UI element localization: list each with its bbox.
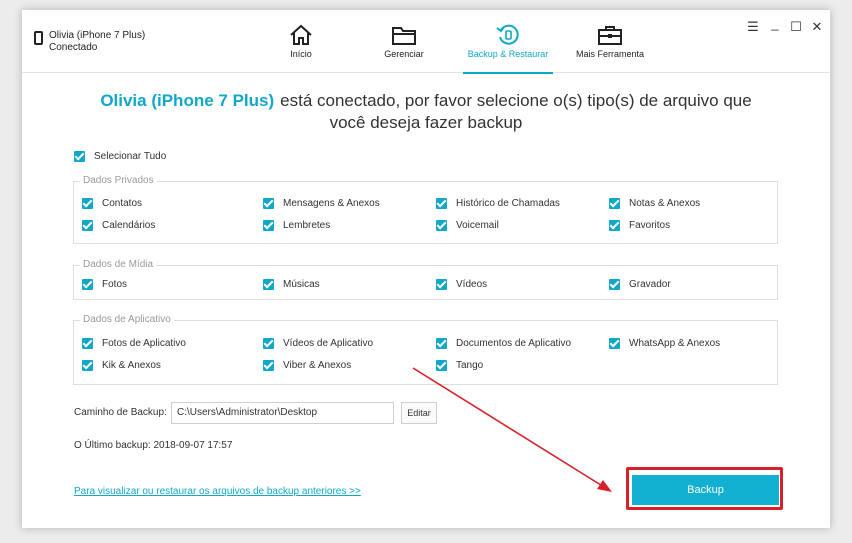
group-app-legend: Dados de Aplicativo: [80, 314, 174, 326]
option-tango[interactable]: Tango: [436, 360, 483, 371]
option-label: Fotos: [102, 279, 128, 290]
tab-inicio[interactable]: Início: [278, 10, 324, 73]
title-device-name: Olivia (iPhone 7 Plus): [100, 91, 275, 110]
checkbox-checked-icon: [74, 151, 85, 162]
group-app-data: Dados de Aplicativo: [73, 314, 778, 385]
checkbox-checked-icon: [609, 198, 620, 209]
option-musicas[interactable]: Músicas: [263, 279, 320, 290]
checkbox-checked-icon: [263, 220, 274, 231]
select-all-label: Selecionar Tudo: [94, 151, 167, 162]
option-favoritos[interactable]: Favoritos: [609, 220, 670, 231]
checkbox-checked-icon: [263, 360, 274, 371]
tab-backup-restaurar-label: Backup & Restaurar: [467, 49, 549, 59]
menu-icon[interactable]: ☰: [746, 20, 760, 34]
title-line-2: você deseja fazer backup: [329, 113, 523, 132]
backup-button[interactable]: Backup: [632, 475, 779, 505]
checkbox-checked-icon: [436, 279, 447, 290]
checkbox-checked-icon: [609, 338, 620, 349]
group-private-data: Dados Privados: [73, 175, 778, 244]
view-previous-backups-link[interactable]: Para visualizar ou restaurar os arquivos…: [74, 486, 361, 497]
option-kik[interactable]: Kik & Anexos: [82, 360, 161, 371]
checkbox-checked-icon: [82, 279, 93, 290]
checkbox-checked-icon: [609, 279, 620, 290]
backup-path-label: Caminho de Backup:: [74, 407, 167, 418]
checkbox-checked-icon: [82, 220, 93, 231]
select-all-checkbox[interactable]: Selecionar Tudo: [74, 151, 166, 162]
option-fotos[interactable]: Fotos: [82, 279, 127, 290]
option-label: Favoritos: [629, 220, 671, 231]
group-media-legend: Dados de Mídia: [80, 259, 157, 271]
option-label: Documentos de Aplicativo: [456, 338, 572, 349]
minimize-icon[interactable]: _: [768, 17, 782, 31]
tab-mais-ferramenta-label: Mais Ferramenta: [575, 49, 645, 59]
option-label: Histórico de Chamadas: [456, 198, 560, 209]
title-line-1: está conectado, por favor selecione o(s)…: [280, 91, 752, 110]
option-label: Notas & Anexos: [629, 198, 701, 209]
option-label: Viber & Anexos: [283, 360, 352, 371]
option-label: Mensagens & Anexos: [283, 198, 380, 209]
option-lembretes[interactable]: Lembretes: [263, 220, 330, 231]
folder-icon: [392, 27, 416, 45]
option-whatsapp[interactable]: WhatsApp & Anexos: [609, 338, 720, 349]
option-label: Fotos de Aplicativo: [102, 338, 186, 349]
option-videos-aplicativo[interactable]: Vídeos de Aplicativo: [263, 338, 373, 349]
device-status: Conectado: [49, 42, 98, 53]
option-label: Kik & Anexos: [102, 360, 161, 371]
toolbox-icon: [598, 26, 622, 45]
checkbox-checked-icon: [82, 338, 93, 349]
tab-gerenciar-label: Gerenciar: [384, 49, 424, 59]
option-label: Vídeos: [456, 279, 488, 290]
checkbox-checked-icon: [436, 220, 447, 231]
option-label: Voicemail: [456, 220, 499, 231]
option-label: Tango: [456, 360, 484, 371]
option-gravador[interactable]: Gravador: [609, 279, 671, 290]
option-label: Contatos: [102, 198, 143, 209]
last-backup-text: O Último backup: 2018-09-07 17:57: [74, 440, 233, 451]
group-private-legend: Dados Privados: [80, 175, 157, 187]
option-fotos-aplicativo[interactable]: Fotos de Aplicativo: [82, 338, 186, 349]
option-label: Calendários: [102, 220, 156, 231]
option-label: Gravador: [629, 279, 671, 290]
checkbox-checked-icon: [436, 338, 447, 349]
backup-path-input[interactable]: C:\Users\Administrator\Desktop: [171, 402, 394, 424]
edit-path-button[interactable]: Editar: [401, 402, 437, 424]
group-media-data: Dados de Mídia: [73, 259, 778, 300]
close-icon[interactable]: ✕: [810, 20, 824, 34]
checkbox-checked-icon: [436, 360, 447, 371]
option-voicemail[interactable]: Voicemail: [436, 220, 499, 231]
option-notas[interactable]: Notas & Anexos: [609, 198, 700, 209]
device-name: Olivia (iPhone 7 Plus): [49, 30, 146, 41]
backup-restore-icon: [496, 24, 519, 45]
home-icon: [290, 24, 312, 45]
option-viber[interactable]: Viber & Anexos: [263, 360, 351, 371]
checkbox-checked-icon: [609, 220, 620, 231]
phone-icon: [34, 31, 43, 45]
tab-backup-restaurar[interactable]: Backup & Restaurar: [463, 10, 553, 74]
checkbox-checked-icon: [263, 198, 274, 209]
option-label: WhatsApp & Anexos: [629, 338, 721, 349]
header-bar: Olivia (iPhone 7 Plus) Conectado Início …: [22, 10, 830, 74]
option-contatos[interactable]: Contatos: [82, 198, 142, 209]
option-mensagens[interactable]: Mensagens & Anexos: [263, 198, 380, 209]
tab-inicio-label: Início: [290, 49, 312, 59]
tab-gerenciar[interactable]: Gerenciar: [380, 10, 428, 73]
tab-mais-ferramenta[interactable]: Mais Ferramenta: [575, 10, 645, 73]
option-documentos-aplicativo[interactable]: Documentos de Aplicativo: [436, 338, 571, 349]
option-historico-chamadas[interactable]: Histórico de Chamadas: [436, 198, 560, 209]
option-label: Vídeos de Aplicativo: [283, 338, 374, 349]
checkbox-checked-icon: [263, 279, 274, 290]
option-label: Lembretes: [283, 220, 331, 231]
checkbox-checked-icon: [263, 338, 274, 349]
page-title: Olivia (iPhone 7 Plus) está conectado, po…: [22, 90, 830, 134]
checkbox-checked-icon: [82, 360, 93, 371]
option-label: Músicas: [283, 279, 320, 290]
option-calendarios[interactable]: Calendários: [82, 220, 155, 231]
maximize-icon[interactable]: ☐: [789, 20, 803, 34]
option-videos[interactable]: Vídeos: [436, 279, 487, 290]
checkbox-checked-icon: [436, 198, 447, 209]
device-info: Olivia (iPhone 7 Plus) Conectado: [34, 30, 145, 54]
checkbox-checked-icon: [82, 198, 93, 209]
app-window: Olivia (iPhone 7 Plus) Conectado Início …: [22, 10, 830, 528]
